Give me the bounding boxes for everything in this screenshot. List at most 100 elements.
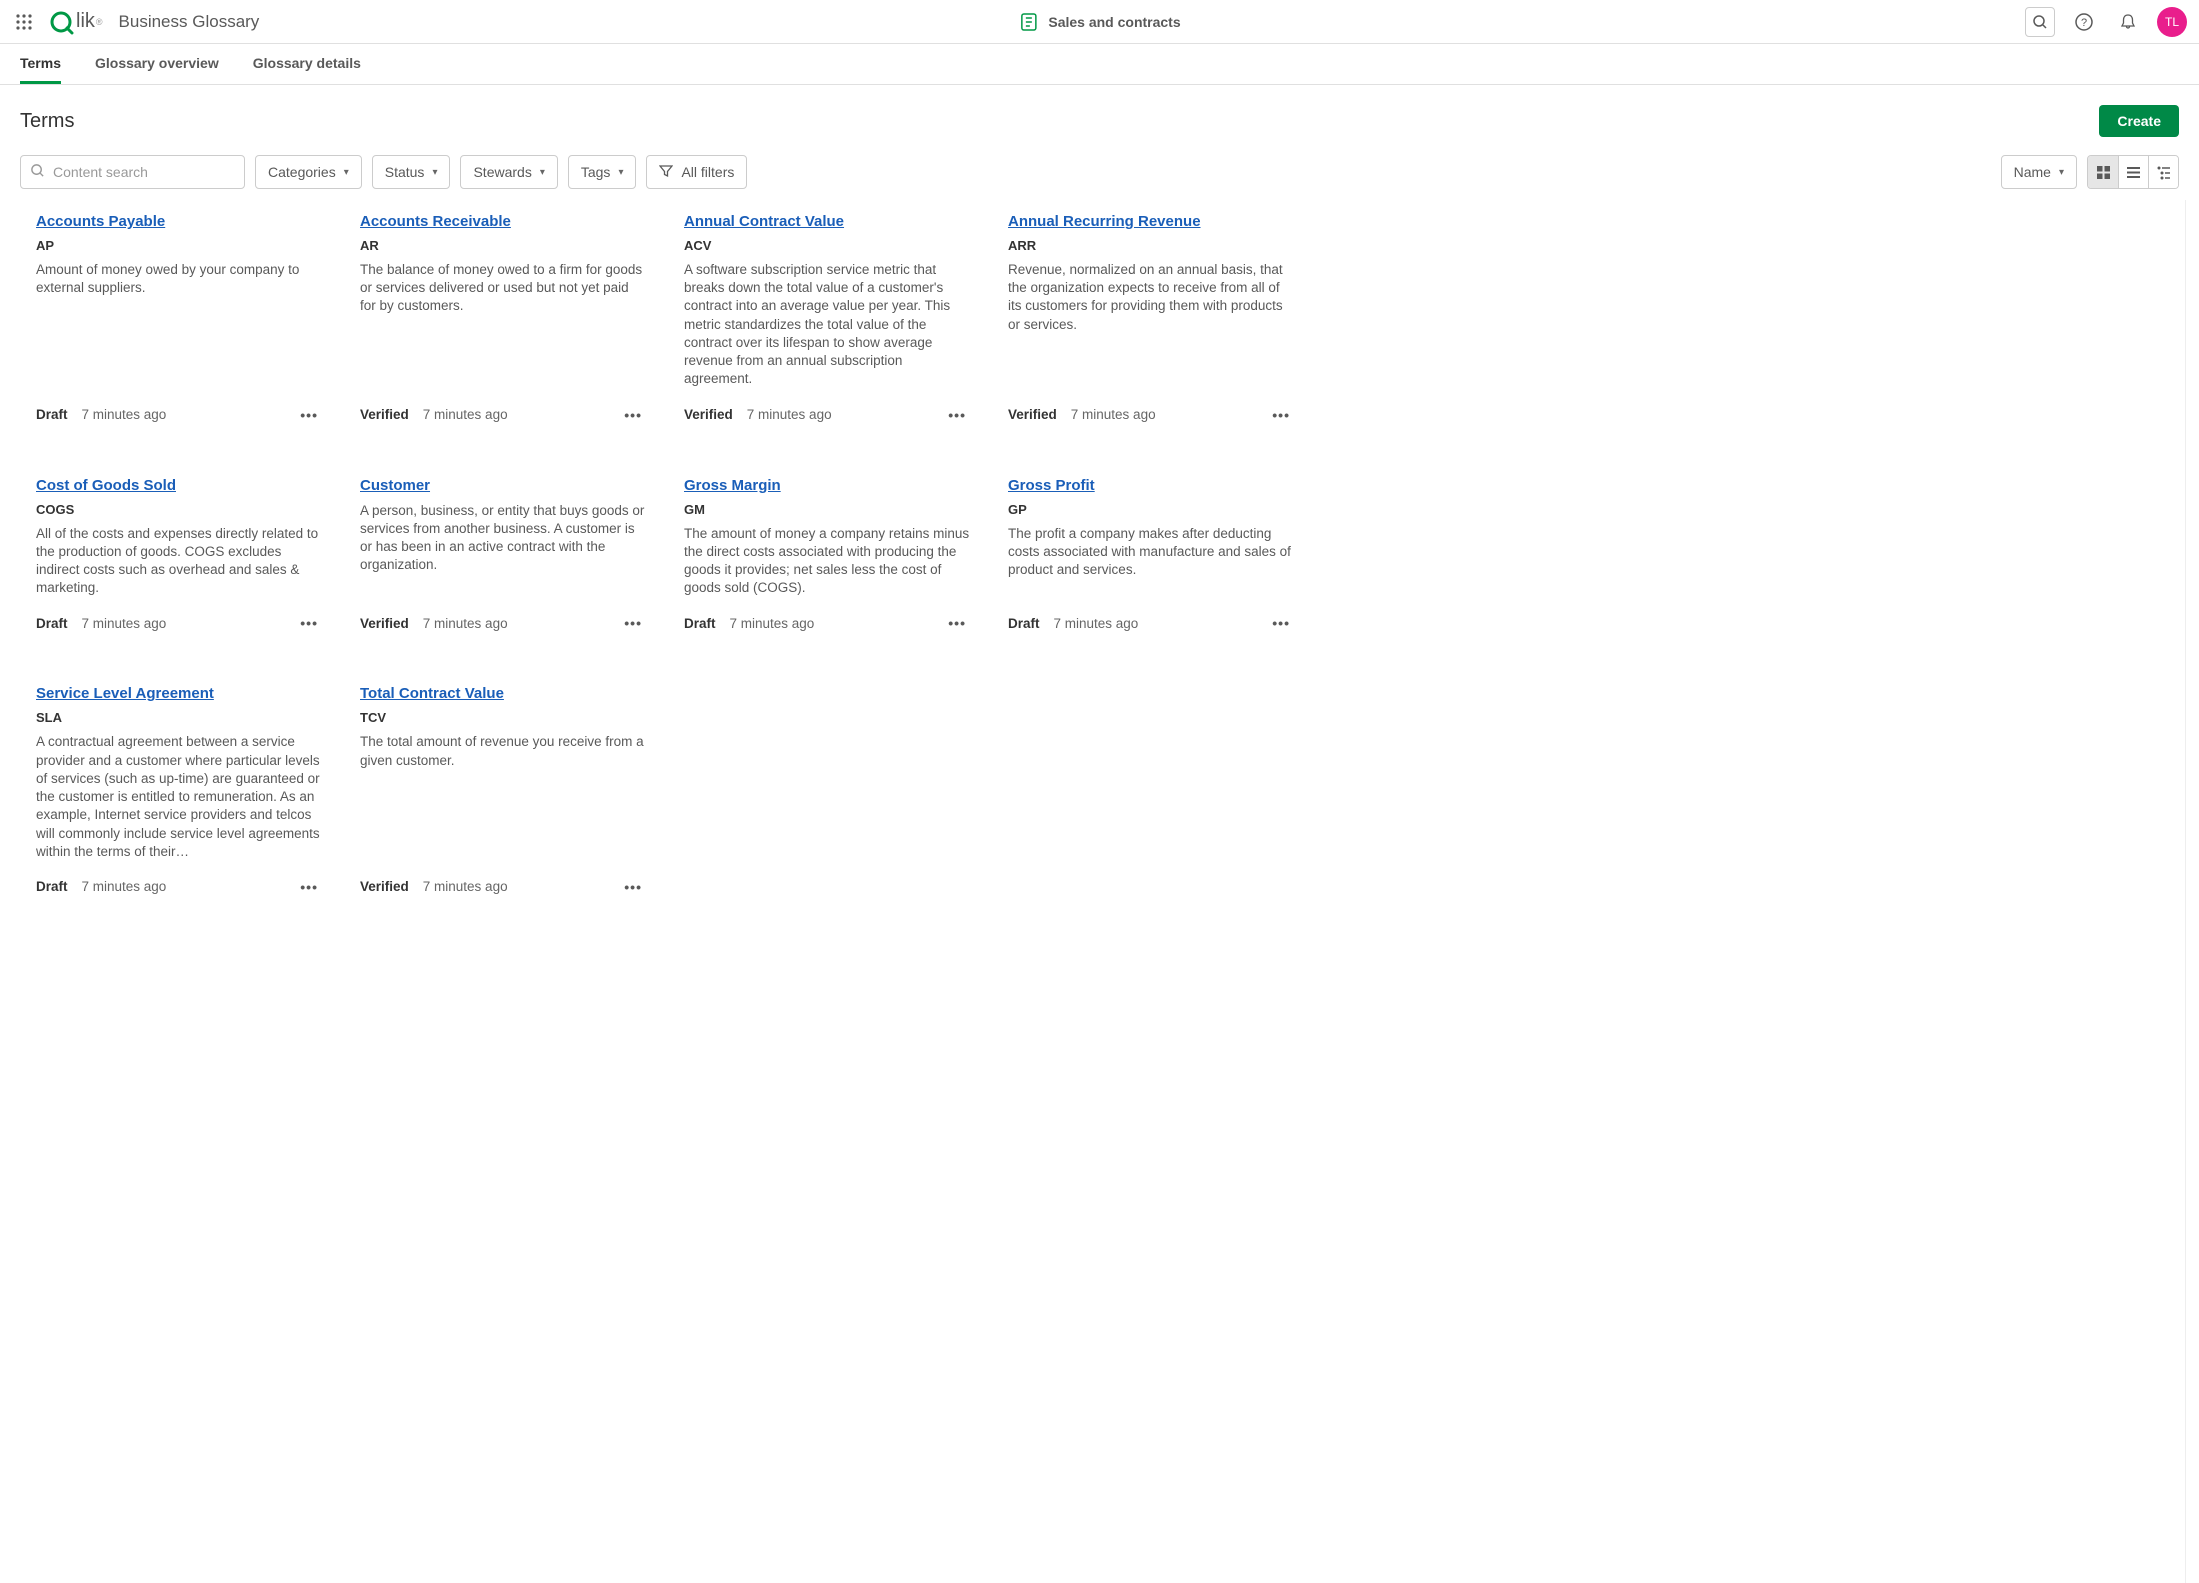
topbar: lik® Business Glossary Sales and contrac… xyxy=(0,0,2199,44)
term-title-link[interactable]: Gross Margin xyxy=(684,477,972,494)
term-time: 7 minutes ago xyxy=(730,616,815,631)
tab-glossary-overview[interactable]: Glossary overview xyxy=(95,44,219,84)
list-view-button[interactable] xyxy=(2118,156,2148,188)
svg-text:?: ? xyxy=(2081,17,2087,29)
term-abbreviation: AP xyxy=(36,238,324,253)
term-abbreviation: GP xyxy=(1008,502,1296,517)
global-search-button[interactable] xyxy=(2025,7,2055,37)
term-more-button[interactable]: ••• xyxy=(618,875,648,899)
glossary-name[interactable]: Sales and contracts xyxy=(1048,14,1180,30)
help-button[interactable]: ? xyxy=(2069,7,2099,37)
term-description: The amount of money a company retains mi… xyxy=(684,525,972,598)
term-description: The balance of money owed to a firm for … xyxy=(360,261,648,316)
term-more-button[interactable]: ••• xyxy=(294,875,324,899)
notifications-button[interactable] xyxy=(2113,7,2143,37)
tab-terms[interactable]: Terms xyxy=(20,44,61,84)
card-view-button[interactable] xyxy=(2088,156,2118,188)
term-card: Service Level Agreement SLA A contractual … xyxy=(36,685,324,899)
term-time: 7 minutes ago xyxy=(82,407,167,422)
tab-glossary-details[interactable]: Glossary details xyxy=(253,44,361,84)
term-card: Gross MarginGMThe amount of money a comp… xyxy=(684,477,972,636)
glossary-icon xyxy=(1018,12,1038,32)
term-title-link[interactable]: Total Contract Value xyxy=(360,685,648,702)
term-time: 7 minutes ago xyxy=(423,879,508,894)
categories-filter[interactable]: Categories ▾ xyxy=(255,155,362,189)
tabs-row: Terms Glossary overview Glossary details xyxy=(0,44,2199,85)
topbar-right: ? TL xyxy=(2025,7,2187,37)
content-search-input[interactable] xyxy=(20,155,245,189)
chevron-down-icon: ▾ xyxy=(432,167,437,178)
term-status: Draft xyxy=(36,879,68,894)
term-title-link[interactable]: Customer xyxy=(360,477,648,494)
term-footer: Verified 7 minutes ago ••• xyxy=(360,403,648,427)
term-abbreviation: TCV xyxy=(360,710,648,725)
term-footer: Verified 7 minutes ago ••• xyxy=(684,403,972,427)
app-title: Business Glossary xyxy=(119,12,260,32)
term-card: Annual Contract ValueACVA software subsc… xyxy=(684,213,972,427)
term-abbreviation: AR xyxy=(360,238,648,253)
term-footer: Verified 7 minutes ago ••• xyxy=(360,875,648,899)
chevron-down-icon: ▾ xyxy=(540,167,545,178)
filter-icon xyxy=(659,164,673,181)
term-more-button[interactable]: ••• xyxy=(294,611,324,635)
term-status: Draft xyxy=(36,407,68,422)
sort-dropdown[interactable]: Name ▾ xyxy=(2001,155,2077,189)
chevron-down-icon: ▾ xyxy=(344,167,349,178)
tree-view-button[interactable] xyxy=(2148,156,2178,188)
term-footer: Verified7 minutes ago••• xyxy=(360,611,648,635)
term-more-button[interactable]: ••• xyxy=(1266,403,1296,427)
term-title-link[interactable]: Service Level Agreement xyxy=(36,685,324,702)
term-description: Revenue, normalized on an annual basis, … xyxy=(1008,261,1296,334)
topbar-center: Sales and contracts xyxy=(1018,12,1180,32)
qlik-logo[interactable]: lik® xyxy=(48,9,103,35)
view-toggle xyxy=(2087,155,2179,189)
term-title-link[interactable]: Annual Recurring Revenue xyxy=(1008,213,1296,230)
term-more-button[interactable]: ••• xyxy=(942,403,972,427)
term-description: A software subscription service metric t… xyxy=(684,261,972,389)
term-more-button[interactable]: ••• xyxy=(618,403,648,427)
apps-grid-icon[interactable] xyxy=(12,10,36,34)
term-title-link[interactable]: Accounts Receivable xyxy=(360,213,648,230)
term-more-button[interactable]: ••• xyxy=(294,403,324,427)
term-time: 7 minutes ago xyxy=(82,879,167,894)
term-title-link[interactable]: Accounts Payable xyxy=(36,213,324,230)
all-filters-button[interactable]: All filters xyxy=(646,155,747,189)
tags-filter[interactable]: Tags ▾ xyxy=(568,155,637,189)
term-title-link[interactable]: Annual Contract Value xyxy=(684,213,972,230)
term-status: Verified xyxy=(360,616,409,631)
stewards-filter[interactable]: Stewards ▾ xyxy=(460,155,557,189)
term-title-link[interactable]: Cost of Goods Sold xyxy=(36,477,324,494)
term-status: Draft xyxy=(36,616,68,631)
term-footer: Draft 7 minutes ago ••• xyxy=(36,875,324,899)
term-description: All of the costs and expenses directly r… xyxy=(36,525,324,598)
term-status: Verified xyxy=(360,879,409,894)
scrollbar[interactable] xyxy=(2185,200,2199,1583)
toolbar: Categories ▾ Status ▾ Stewards ▾ Tags ▾ … xyxy=(0,147,2199,203)
user-avatar[interactable]: TL xyxy=(2157,7,2187,37)
chevron-down-icon: ▾ xyxy=(2059,167,2064,178)
term-more-button[interactable]: ••• xyxy=(618,611,648,635)
status-filter[interactable]: Status ▾ xyxy=(372,155,451,189)
term-description: Amount of money owed by your company to … xyxy=(36,261,324,297)
term-description: A contractual agreement between a servic… xyxy=(36,733,324,861)
create-button[interactable]: Create xyxy=(2099,105,2179,137)
term-title-link[interactable]: Gross Profit xyxy=(1008,477,1296,494)
term-time: 7 minutes ago xyxy=(1054,616,1139,631)
term-time: 7 minutes ago xyxy=(423,407,508,422)
term-time: 7 minutes ago xyxy=(82,616,167,631)
term-more-button[interactable]: ••• xyxy=(942,611,972,635)
page-heading-row: Terms Create xyxy=(0,85,2199,147)
term-status: Verified xyxy=(684,407,733,422)
term-time: 7 minutes ago xyxy=(747,407,832,422)
page-title: Terms xyxy=(20,110,74,133)
term-abbreviation: SLA xyxy=(36,710,324,725)
search-icon xyxy=(30,163,45,181)
term-more-button[interactable]: ••• xyxy=(1266,611,1296,635)
term-status: Verified xyxy=(360,407,409,422)
term-status: Draft xyxy=(1008,616,1040,631)
term-time: 7 minutes ago xyxy=(1071,407,1156,422)
term-card: CustomerA person, business, or entity th… xyxy=(360,477,648,636)
term-footer: Draft 7 minutes ago ••• xyxy=(684,611,972,635)
term-status: Draft xyxy=(684,616,716,631)
term-card: Annual Recurring RevenueARRRevenue, norm… xyxy=(1008,213,1296,427)
